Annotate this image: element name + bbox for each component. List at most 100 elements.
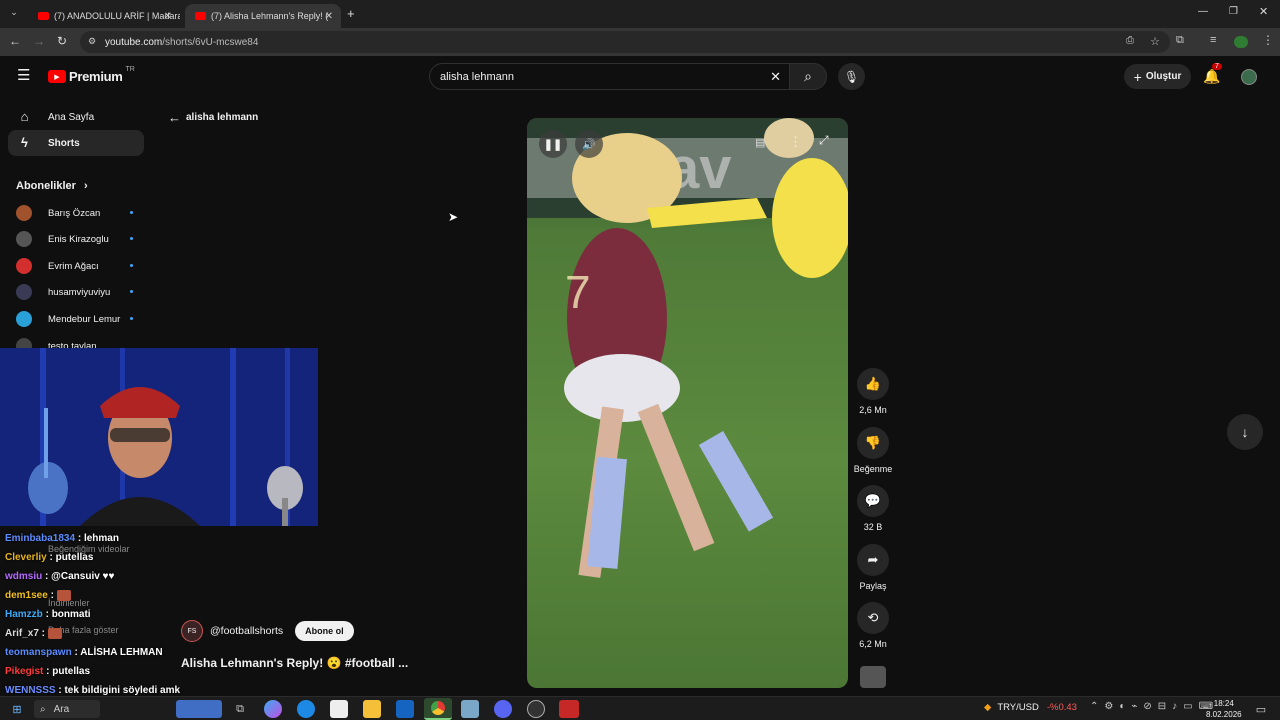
close-tab-icon[interactable]: ✕ [325, 11, 333, 22]
notification-badge: 7 [1212, 63, 1222, 70]
share-action[interactable]: ➦ Paylaş [857, 544, 889, 591]
remix-count: 6,2 Mn [859, 639, 887, 649]
sound-thumbnail[interactable] [860, 666, 886, 688]
bookmark-star-icon[interactable]: ☆ [1150, 35, 1160, 48]
close-window-button[interactable]: ✕ [1259, 5, 1268, 18]
chat-separator: : [46, 552, 56, 563]
minimize-button[interactable]: — [1198, 6, 1208, 17]
avatar[interactable] [1241, 69, 1257, 85]
sidebar-item-shorts[interactable]: ϟ Shorts [8, 130, 144, 156]
discord-icon[interactable] [494, 700, 512, 718]
create-button[interactable]: + Oluştur [1124, 64, 1191, 89]
obs-icon[interactable] [527, 700, 545, 718]
app-icon[interactable] [559, 700, 579, 718]
chrome-icon[interactable] [424, 698, 452, 720]
webcam-frame [0, 348, 318, 526]
clock-time: 18:24 [1213, 699, 1234, 708]
chat-separator: : [47, 590, 57, 602]
extensions-icon[interactable]: ⧉ [1176, 34, 1184, 47]
chat-message: wdmsiu : @Cansuiv ♥♥ [5, 571, 114, 582]
file-explorer-icon[interactable] [363, 700, 381, 718]
forward-arrow-icon[interactable]: → [33, 34, 45, 48]
next-video-button[interactable]: ↓ [1227, 414, 1263, 450]
search-button[interactable]: ⌕ [789, 63, 827, 90]
back-arrow-icon: ← [168, 110, 181, 125]
fullscreen-icon[interactable]: ⤢ [819, 133, 829, 148]
remix-action[interactable]: ⟲ 6,2 Mn [857, 602, 889, 649]
voice-search-button[interactable]: 🎙 [838, 63, 865, 90]
currency-pair: TRY/USD [997, 702, 1039, 713]
back-to-search[interactable]: ← alisha lehmann [168, 110, 258, 125]
svg-text:7: 7 [565, 266, 591, 318]
windows-start-icon[interactable]: ⊞ [8, 700, 26, 718]
tab-1[interactable]: (7) ANADOLULU ARİF | Madara ✕ [28, 4, 180, 28]
volume-button[interactable]: 🔊 [575, 130, 603, 158]
youtube-logo[interactable]: ▶ Premium TR [48, 66, 135, 84]
site-info-icon[interactable]: ⚙ [88, 36, 96, 47]
chat-message: dem1see : [5, 590, 71, 601]
new-tab-button[interactable]: + [347, 6, 355, 21]
shorts-video-player[interactable]: av 7 ❚❚ 🔊 ▤ ⋮ ⤢ [527, 118, 848, 688]
edge-icon[interactable] [297, 700, 315, 718]
captions-icon[interactable]: ▤ [755, 136, 765, 149]
subscriptions-heading[interactable]: Abonelikler › [16, 180, 88, 192]
taskbar-search[interactable]: ⌕ Ara [34, 700, 100, 718]
plus-icon: + [1133, 68, 1142, 85]
clear-search-icon[interactable]: ✕ [770, 69, 781, 85]
browser-menu-icon[interactable]: ⋮ [1262, 33, 1274, 47]
notifications-button[interactable]: 🔔 7 [1203, 63, 1222, 85]
clock[interactable]: 18:24 8.02.2026 [1206, 698, 1242, 720]
chat-text: putellas [55, 552, 94, 563]
install-app-icon[interactable]: ⎙ [1126, 35, 1134, 46]
youtube-icon [38, 12, 49, 20]
currency-widget[interactable]: ◆ TRY/USD -%0.43 [984, 702, 1077, 713]
copilot-icon[interactable] [264, 700, 282, 718]
chat-text: lehman [83, 533, 119, 544]
sidebar-item-home[interactable]: ⌂ Ana Sayfa [8, 104, 144, 130]
menu-icon[interactable]: ☰ [17, 68, 30, 83]
sidebar-sub-evrim-agaci[interactable]: Evrim Ağacı [16, 256, 136, 276]
search-icon: ⌕ [804, 68, 812, 84]
app-icon[interactable] [461, 700, 479, 718]
tab-search-icon[interactable]: ⌄ [6, 7, 22, 21]
dislike-action[interactable]: 👎 Beğenme [854, 427, 892, 474]
chat-separator: : [71, 647, 81, 658]
avatar [16, 205, 32, 221]
pause-button[interactable]: ❚❚ [539, 130, 567, 158]
sidebar-item-label: Shorts [48, 137, 80, 149]
chat-username: Hamzzb [5, 609, 43, 620]
taskbar-widget-icon[interactable] [176, 700, 222, 718]
profile-icon[interactable] [1234, 36, 1248, 48]
sub-label: Evrim Ağacı [48, 260, 99, 272]
taskbar-search-label: Ara [53, 703, 70, 715]
task-view-icon[interactable]: ⧉ [231, 700, 249, 718]
tray-icons[interactable]: ⌃⚙◐⌁⊘⊟♪▭⌨ [1090, 701, 1219, 712]
sidebar-sub-baris-ozcan[interactable]: Barış Özcan [16, 203, 136, 223]
reload-icon[interactable]: ↻ [57, 34, 67, 48]
sidebar-sub-enis-kirazoglu[interactable]: Enis Kirazoglu [16, 229, 136, 249]
restore-button[interactable]: ❐ [1229, 6, 1238, 17]
notification-center-icon[interactable]: ▭ [1252, 700, 1270, 718]
chrome-logo-icon [431, 701, 445, 715]
outlook-icon[interactable] [396, 700, 414, 718]
tab-2[interactable]: (7) Alisha Lehmann's Reply! ( ✕ [185, 4, 341, 28]
media-controls-icon[interactable]: ≡ [1210, 34, 1216, 46]
search-input[interactable]: alisha lehmann ✕ [429, 63, 789, 90]
search-icon: ⌕ [40, 703, 46, 715]
share-icon: ➦ [857, 544, 889, 576]
thumbs-down-icon: 👎 [857, 427, 889, 459]
address-bar[interactable]: ⚙ youtube.com/shorts/6vU-mcswe84 ☆ ⎙ [80, 31, 1170, 53]
url-domain: youtube.com [105, 36, 163, 48]
back-arrow-icon[interactable]: ← [9, 34, 21, 48]
comment-action[interactable]: 💬 32 B [857, 485, 889, 532]
more-options-icon[interactable]: ⋮ [789, 134, 802, 150]
emote-icon [47, 628, 62, 639]
logo-region: TR [125, 66, 135, 73]
close-tab-icon[interactable]: ✕ [164, 11, 172, 22]
sidebar-sub-mendebur-lemur[interactable]: Mendebur Lemur [16, 309, 136, 329]
webcam-overlay [0, 348, 318, 526]
sidebar-sub-husamviyuviyu[interactable]: husamviyuviyu [16, 282, 136, 302]
chat-username: Eminbaba1834 [5, 533, 76, 544]
store-icon[interactable] [330, 700, 348, 718]
like-action[interactable]: 👍 2,6 Mn [857, 368, 889, 415]
